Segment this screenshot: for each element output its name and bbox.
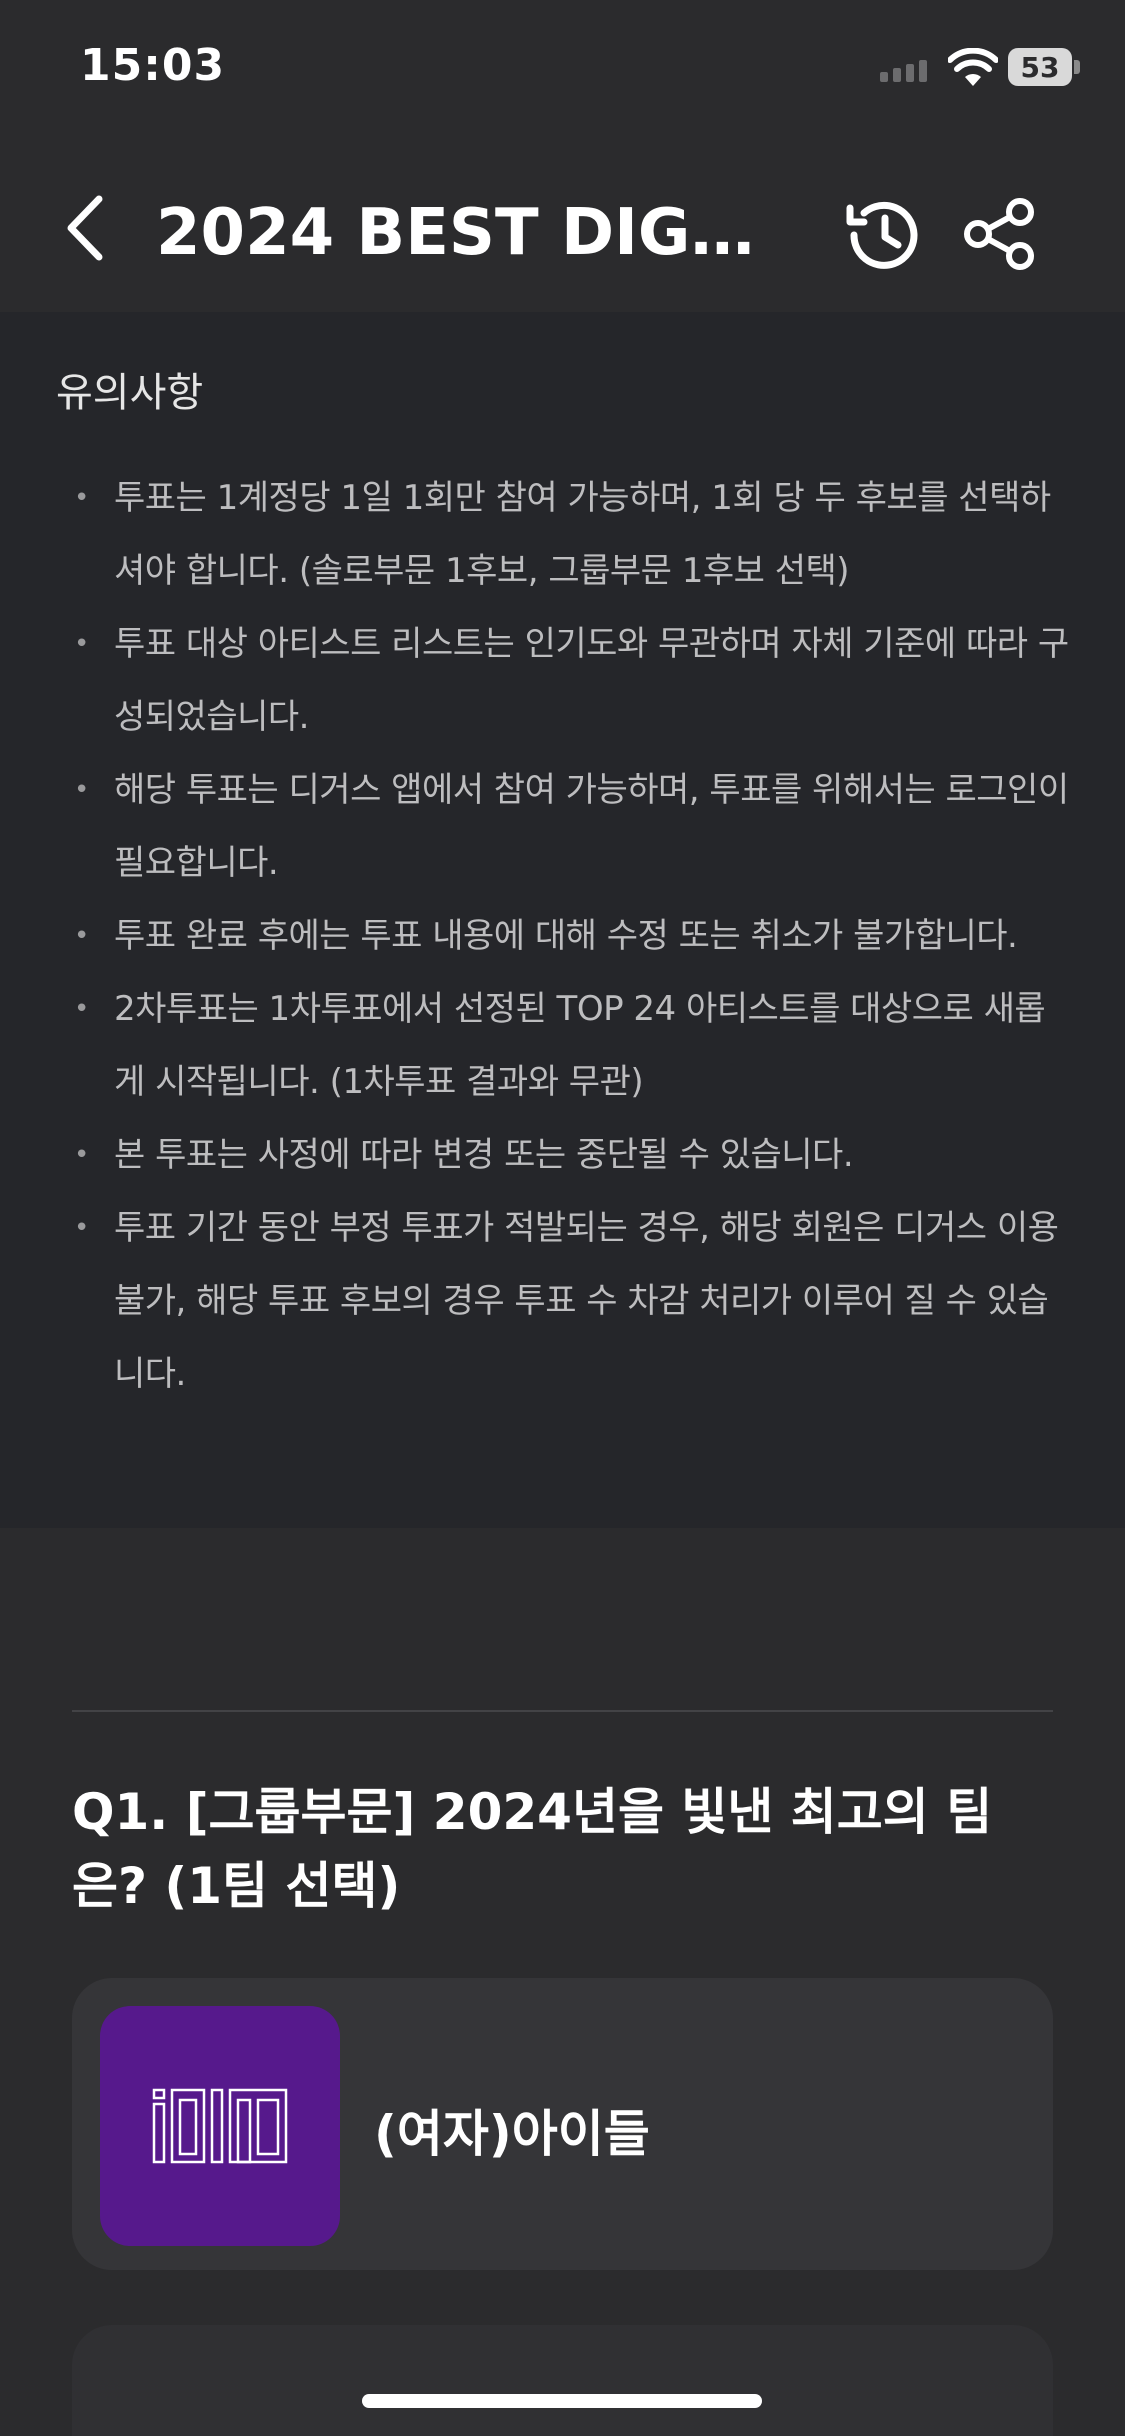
notice-section: 유의사항 투표는 1계정당 1일 1회만 참여 가능하며, 1회 당 두 후보를… xyxy=(0,312,1125,1528)
status-bar: 15:03 53 xyxy=(0,0,1125,140)
share-icon xyxy=(964,198,1034,270)
question-title: Q1. [그룹부문] 2024년을 빛낸 최고의 팀은? (1팀 선택) xyxy=(72,1783,993,1915)
battery-icon: 53 xyxy=(1008,48,1072,86)
share-button[interactable] xyxy=(960,194,1040,274)
section-divider xyxy=(72,1710,1053,1712)
option-name: (여자)아이들 xyxy=(374,2105,650,2163)
notice-item: 본 투표는 사정에 따라 변경 또는 중단될 수 있습니다. xyxy=(74,1119,1074,1192)
vote-option-card[interactable]: (여자)아이들 xyxy=(72,1978,1053,2270)
idle-logo-icon xyxy=(152,2088,288,2164)
notice-item: 해당 투표는 디거스 앱에서 참여 가능하며, 투표를 위해서는 로그인이 필요… xyxy=(74,754,1074,900)
back-button[interactable] xyxy=(50,188,120,268)
header-bar: 2024 BEST DIG... xyxy=(0,140,1125,312)
notice-item: 투표 완료 후에는 투표 내용에 대해 수정 또는 취소가 불가합니다. xyxy=(74,900,1074,973)
history-icon xyxy=(846,201,918,269)
notice-item: 투표 기간 동안 부정 투표가 적발되는 경우, 해당 회원은 디거스 이용 불… xyxy=(74,1192,1074,1411)
cellular-signal-icon xyxy=(880,60,927,82)
wifi-icon xyxy=(948,48,998,86)
notice-item: 투표 대상 아티스트 리스트는 인기도와 무관하며 자체 기준에 따라 구성되었… xyxy=(74,608,1074,754)
notice-item: 투표는 1계정당 1일 1회만 참여 가능하며, 1회 당 두 후보를 선택하셔… xyxy=(74,462,1074,608)
page-title: 2024 BEST DIG... xyxy=(156,196,756,270)
artist-logo xyxy=(100,2006,340,2246)
vote-page: 15:03 53 2024 BEST DIG... 유의사항 • 투표는 1계정… xyxy=(0,0,1125,2436)
battery-cap xyxy=(1074,60,1080,74)
status-time: 15:03 xyxy=(80,40,226,91)
history-button[interactable] xyxy=(840,192,926,278)
chevron-left-icon xyxy=(67,195,103,261)
notice-title: 유의사항 xyxy=(56,370,204,416)
notice-list: 투표는 1계정당 1일 1회만 참여 가능하며, 1회 당 두 후보를 선택하셔… xyxy=(74,462,1074,1411)
home-indicator xyxy=(362,2394,762,2408)
notice-item: 2차투표는 1차투표에서 선정된 TOP 24 아티스트를 대상으로 새롭게 시… xyxy=(74,973,1074,1119)
vote-option-card[interactable] xyxy=(72,2325,1053,2436)
